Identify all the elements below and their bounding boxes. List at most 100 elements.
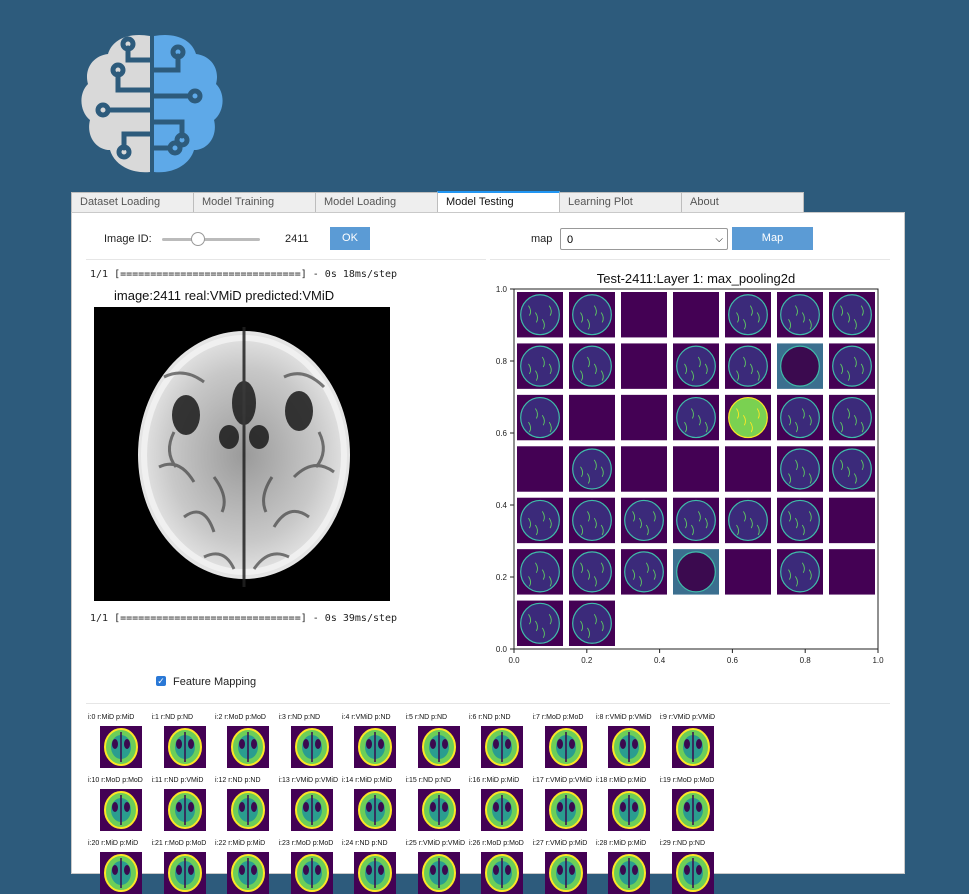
feature-map-tile [777,446,823,492]
feature-map-tile [829,292,875,338]
thumbnail-item[interactable]: i:15 r:ND p:ND [406,776,472,831]
thumbnail-item[interactable]: i:1 r:ND p:ND [152,713,218,768]
thumbnail-image [100,789,142,831]
thumbnail-caption: i:27 r:VMiD p:MiD [532,840,588,847]
tab-dataset-loading[interactable]: Dataset Loading [71,192,194,212]
thumbnail-caption: i:1 r:ND p:ND [151,714,194,721]
thumbnail-image [417,726,460,768]
map-label: map [531,233,553,245]
y-tick-label: 0.8 [496,357,508,366]
thumbnail-caption: i:18 r:MiD p:MiD [596,777,647,784]
thumbnail-image [417,789,460,831]
feature-map-tile [517,343,563,389]
thumbnail-item[interactable]: i:14 r:MiD p:MiD [342,776,408,831]
thumbnail-image [163,789,206,831]
thumbnail-item[interactable]: i:19 r:MoD p:MoD [660,776,726,831]
tab-model-testing[interactable]: Model Testing [437,191,560,212]
thumbnail-caption: i:23 r:MoD p:MoD [278,840,334,847]
thumbnail-item[interactable]: i:12 r:ND p:ND [215,776,281,831]
map-button[interactable]: Map [732,227,813,250]
thumbnail-item[interactable]: i:10 r:MoD p:MoD [88,776,154,831]
feature-map-tile [673,446,719,492]
thumbnail-item[interactable]: i:18 r:MiD p:MiD [596,776,662,831]
thumbnail-image [671,726,714,768]
y-tick-label: 0.2 [496,573,508,582]
thumbnail-item[interactable]: i:22 r:MiD p:MiD [215,839,281,894]
thumbnail-item[interactable]: i:29 r:ND p:ND [660,839,726,894]
thumbnail-image [290,726,333,768]
thumbnail-item[interactable]: i:11 r:ND p:VMiD [152,776,218,831]
thumbnail-item[interactable]: i:6 r:ND p:ND [469,713,535,768]
thumbnail-item[interactable]: i:28 r:MiD p:MiD [596,839,662,894]
y-tick-label: 1.0 [496,285,508,294]
thumbnail-caption: i:10 r:MoD p:MoD [88,777,143,784]
image-id-label: Image ID: [104,233,152,245]
thumbnail-caption: i:0 r:MiD p:MiD [88,714,135,721]
feature-map-tile [621,446,667,492]
feature-map-tile [725,497,771,544]
thumbnail-item[interactable]: i:27 r:VMiD p:MiD [533,839,599,894]
thumbnail-caption: i:14 r:MiD p:MiD [342,777,393,784]
feature-map-tile [517,394,563,441]
thumbnail-item[interactable]: i:24 r:ND p:ND [342,839,408,894]
feature-map-tile [673,549,719,595]
thumbnail-item[interactable]: i:7 r:MoD p:MoD [533,713,599,768]
thumbnail-image [227,789,269,831]
thumbnail-item[interactable]: i:8 r:VMiD p:VMiD [596,713,662,768]
feature-map-tile [517,497,563,544]
thumbnail-item[interactable]: i:17 r:VMiD p:VMiD [533,776,599,831]
divider [86,259,486,260]
model-testing-panel: Image ID: 2411 OK map 0 ⌵ Map 1/1 [=====… [71,212,905,894]
divider [490,259,890,260]
thumbnail-image [544,726,587,768]
feature-map-tile [517,549,563,595]
feature-map-tile [777,549,823,595]
tab-bar: Dataset Loading Model Training Model Loa… [71,191,804,213]
thumbnail-item[interactable]: i:9 r:VMiD p:VMiD [660,713,726,768]
feature-mapping-checkbox[interactable]: ✓ [156,676,166,686]
thumbnail-caption: i:7 r:MoD p:MoD [532,714,584,721]
thumbnail-item[interactable]: i:3 r:ND p:ND [279,713,345,768]
feature-map-tile [569,600,615,646]
feature-map-tile [829,446,875,492]
x-tick-label: 1.0 [872,656,884,665]
thumbnail-item[interactable]: i:13 r:VMiD p:VMiD [279,776,345,831]
tab-about[interactable]: About [681,192,804,212]
thumbnail-image [544,852,587,894]
log-output-first: 1/1 [==============================] - 0… [90,269,398,280]
image-id-slider-handle[interactable] [191,232,205,246]
feature-map-tile [725,446,771,492]
feature-map-tile [777,343,823,389]
thumbnail-item[interactable]: i:4 r:VMiD p:ND [342,713,408,768]
thumbnail-item[interactable]: i:25 r:VMiD p:VMiD [406,839,472,894]
feature-map-tile [725,343,771,389]
feature-map-tile [829,394,875,441]
tab-model-training[interactable]: Model Training [193,192,316,212]
thumbnail-image [100,852,142,894]
thumbnail-item[interactable]: i:0 r:MiD p:MiD [88,713,154,768]
thumbnail-image [417,852,460,894]
image-id-slider[interactable] [162,238,260,241]
thumbnail-item[interactable]: i:2 r:MoD p:MoD [215,713,281,768]
tab-model-loading[interactable]: Model Loading [315,192,438,212]
thumbnail-item[interactable]: i:23 r:MoD p:MoD [279,839,345,894]
thumbnail-item[interactable]: i:21 r:MoD p:MoD [152,839,218,894]
thumbnail-caption: i:25 r:VMiD p:VMiD [405,840,466,847]
thumbnail-caption: i:11 r:ND p:VMiD [151,777,204,784]
thumbnail-item[interactable]: i:16 r:MiD p:MiD [469,776,535,831]
feature-map-tile [725,549,771,595]
ok-button[interactable]: OK [330,227,370,250]
thumbnail-item[interactable]: i:20 r:MiD p:MiD [88,839,154,894]
feature-map-tile [777,292,823,338]
thumbnail-caption: i:5 r:ND p:ND [405,714,448,721]
thumbnail-image [100,726,142,768]
map-select[interactable]: 0 ⌵ [560,228,728,250]
thumbnail-item[interactable]: i:26 r:MoD p:MoD [469,839,535,894]
thumbnail-image [163,726,206,768]
feature-map-tile [621,497,667,544]
thumbnail-image [163,852,206,894]
thumbnail-item[interactable]: i:5 r:ND p:ND [406,713,472,768]
thumbnail-image [481,789,523,831]
thumbnail-caption: i:13 r:VMiD p:VMiD [278,777,339,784]
tab-learning-plot[interactable]: Learning Plot [559,192,682,212]
